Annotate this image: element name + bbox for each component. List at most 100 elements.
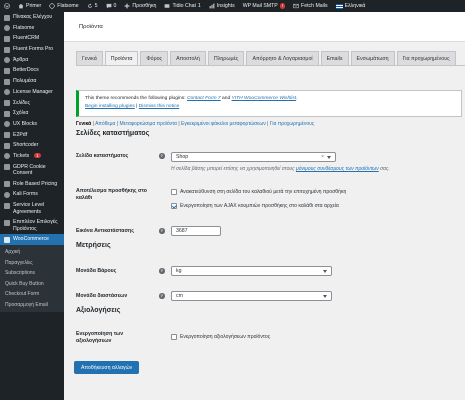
help-icon[interactable]: ? (159, 268, 165, 274)
sidebar-item-media[interactable]: Πολυμέσα (0, 76, 64, 87)
fetch-mails-link[interactable]: Fetch Mails (289, 0, 332, 12)
enable-reviews-checkbox[interactable] (171, 334, 177, 340)
submenu-item[interactable]: Subscriptions (0, 268, 64, 279)
sidebar-item-blocks[interactable]: UX Blocks (0, 119, 64, 130)
subsection-current[interactable]: Γενικά (76, 121, 91, 127)
language-switcher[interactable]: Ελληνικά (332, 0, 370, 12)
tab-2[interactable]: Προϊόντα (104, 51, 139, 65)
help-icon[interactable]: ? (159, 153, 165, 159)
sidebar-item-ticket[interactable]: Tickets 1 (0, 151, 64, 162)
flatsome-icon (4, 25, 10, 32)
insights-link[interactable]: Insights (205, 0, 239, 12)
page-title: Προϊόντα (79, 23, 103, 30)
tab-4[interactable]: Αποστολή (170, 51, 206, 65)
sidebar-item-flatsome[interactable]: Flatsome (0, 23, 64, 34)
save-changes-button[interactable]: Αποθήκευση αλλαγών (74, 361, 140, 374)
add-new-label: Προσθήκη (132, 3, 157, 9)
updates-link[interactable]: 5 (83, 0, 102, 12)
redirect-checkbox-label: Ανακατεύθυνση στη σελίδα του καλαθιού με… (180, 189, 347, 195)
sidebar-item-pages[interactable]: Σελίδες (0, 98, 64, 109)
sidebar-item-fluentcrm[interactable]: FluentCRM (0, 33, 64, 44)
subsection-link[interactable]: Εγκεκριμένοι φάκελοι μεταφορτώσεων (181, 121, 266, 127)
enable-reviews-option[interactable]: Ενεργοποίηση αξιολογήσεων προϊόντος (171, 334, 270, 340)
wordpress-logo-icon[interactable] (0, 0, 14, 12)
tab-8[interactable]: Ενσωμάτωση (350, 51, 395, 65)
help-icon[interactable]: ? (159, 293, 165, 299)
sidebar-item-sla[interactable]: Service Level Agreements (0, 200, 64, 217)
tab-9[interactable]: Για προχωρημένους (396, 51, 456, 65)
submenu-item[interactable]: Checkout Form (0, 289, 64, 300)
begin-installing-link[interactable]: Begin installing plugins (85, 104, 135, 109)
sidebar-item-woocommerce[interactable]: WooCommerce (0, 234, 64, 245)
ajax-checkbox[interactable] (171, 203, 177, 209)
sidebar-item-label: BetterDocs (13, 67, 39, 74)
tidio-count: 1 (197, 3, 201, 9)
updates-icon (87, 3, 92, 8)
sidebar-item-pricing[interactable]: Role Based Pricing (0, 179, 64, 190)
site-name-link[interactable]: Primer (14, 0, 45, 12)
woocommerce-icon (4, 236, 10, 243)
sidebar-item-shortcode[interactable]: Shortcoder (0, 140, 64, 151)
comments-link[interactable]: 0 (102, 0, 121, 12)
sidebar-item-label: Επιπλέον Επιλογές Προϊόντος (13, 219, 58, 232)
tidio-label: Tidio Chat (172, 3, 196, 9)
sidebar-item-docs[interactable]: BetterDocs (0, 65, 64, 76)
redirect-to-cart-option[interactable]: Ανακατεύθυνση στη σελίδα του καλαθιού με… (171, 189, 346, 195)
fluentcrm-icon (4, 35, 10, 42)
chevron-down-icon (323, 269, 327, 273)
shop-page-value: Shop (176, 154, 189, 160)
sidebar-item-label: Flatsome (13, 24, 35, 31)
sla-icon (4, 202, 10, 209)
site-name: Primer (26, 3, 42, 9)
dismiss-notice-link[interactable]: Dismiss this notice (139, 104, 180, 109)
subsection-link[interactable]: Μεταφορτώσιμα προϊόντα (120, 121, 177, 127)
ajax-add-to-cart-option[interactable]: Ενεργοποίηση των AJAX κουμπιών προσθήκης… (171, 203, 339, 209)
clear-icon[interactable]: × (321, 154, 324, 160)
theme-link[interactable]: Flatsome (45, 0, 82, 12)
sidebar-item-comments[interactable]: Σχόλια (0, 108, 64, 119)
weight-unit-select[interactable]: kg (171, 266, 332, 276)
placeholder-image-input[interactable]: 3687 (171, 226, 221, 236)
placeholder-image-value: 3687 (176, 228, 188, 234)
sidebar-item-label: Σχόλια (13, 110, 29, 117)
reviews-heading: Αξιολογήσεις (76, 307, 121, 314)
submenu-item[interactable]: Αρχική (0, 247, 64, 258)
yith-wishlist-link[interactable]: YITH WooCommerce Wishlist (232, 96, 297, 101)
ticket-icon (4, 153, 10, 160)
fetch-mails-label: Fetch Mails (301, 3, 328, 9)
tidio-link[interactable]: Tidio Chat 1 (160, 0, 204, 12)
subsection-link[interactable]: Για προχωρημένους (270, 121, 314, 127)
smtp-link[interactable]: WP Mail SMTP ! (239, 0, 289, 12)
subsection-link[interactable]: Απόθεμα (95, 121, 115, 127)
contact-form-7-link[interactable]: Contact Form 7 (187, 96, 221, 101)
ajax-checkbox-label: Ενεργοποίηση των AJAX κουμπιών προσθήκης… (180, 203, 339, 209)
enable-reviews-checkbox-label: Ενεργοποίηση αξιολογήσεων προϊόντος (180, 334, 271, 340)
tab-6[interactable]: Απόρρητο & Λογαριασμοί (246, 51, 319, 65)
sidebar-item-fluentforms[interactable]: Fluent Forms Pro (0, 44, 64, 55)
tab-3[interactable]: Φόρος (140, 51, 169, 65)
add-new-link[interactable]: Προσθήκη (120, 0, 160, 12)
sidebar-item-dashboard[interactable]: Πίνακας Ελέγχου (0, 12, 64, 23)
submenu-item[interactable]: Παραγγελίες (0, 257, 64, 268)
tab-7[interactable]: Emails (320, 51, 349, 65)
sidebar-item-options[interactable]: Επιπλέον Επιλογές Προϊόντος (0, 217, 64, 234)
sidebar-item-key[interactable]: License Manager (0, 87, 64, 98)
product-permalinks-link[interactable]: μόνιμους συνδέσμους των προϊόντων (296, 166, 379, 172)
sidebar-item-forms[interactable]: Kali Forms (0, 189, 64, 200)
plus-icon (125, 3, 130, 9)
help-icon[interactable]: ? (159, 228, 165, 234)
dimensions-unit-select[interactable]: cm (171, 291, 332, 301)
main-content: Προϊόντα Γενικά Προϊόντα Φόρος Αποστολή Πληρ… (64, 12, 465, 400)
redirect-checkbox[interactable] (171, 189, 177, 195)
updates-count: 5 (94, 3, 98, 9)
submenu-item[interactable]: Quick Buy Button (0, 278, 64, 289)
sidebar-item-cookie[interactable]: GDPR Cookie Consent (0, 162, 64, 179)
sidebar-item-pdf[interactable]: E2Pdf (0, 130, 64, 141)
tab-1[interactable]: Γενικά (76, 51, 103, 65)
shop-page-select[interactable]: Shop × (171, 152, 336, 162)
shop-page-label: Σελίδα καταστήματος (76, 153, 129, 159)
sidebar-item-pin[interactable]: Άρθρα (0, 55, 64, 66)
tab-5[interactable]: Πληρωμές (207, 51, 245, 65)
submenu-item[interactable]: Προσαρμογή Email (0, 300, 64, 311)
smtp-label: WP Mail SMTP (242, 3, 278, 9)
